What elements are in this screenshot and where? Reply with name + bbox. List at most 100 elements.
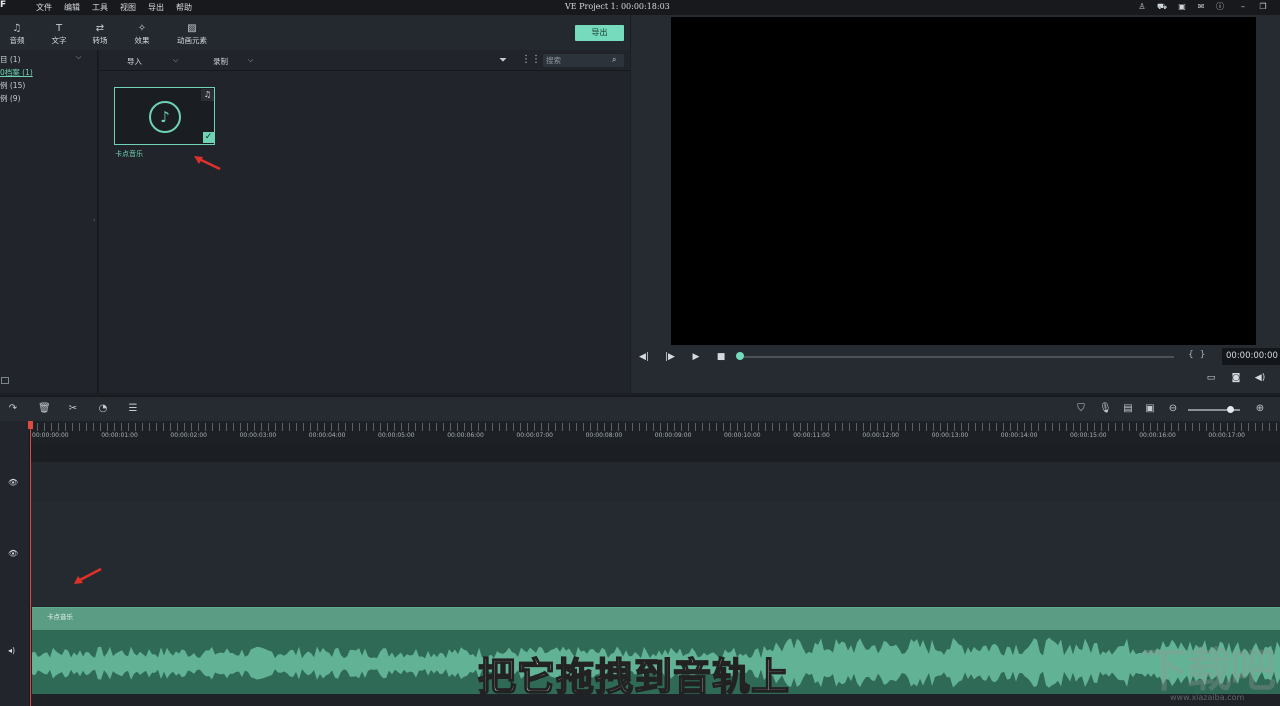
audio-type-icon: ♫ — [201, 89, 214, 101]
ruler-time-label: 00:00:03:00 — [239, 432, 277, 439]
ruler-time-label: 00:00:07:00 — [516, 432, 553, 439]
zoom-in-icon[interactable]: ⊕ — [1254, 403, 1266, 414]
search-input[interactable] — [546, 54, 610, 67]
video-subtitle: 把它拖拽到音轨上 — [477, 654, 791, 700]
adjust-icon[interactable]: ☰ — [127, 403, 139, 414]
media-panel-bar: 导入 ⌵ 录制 ⌵ ⏷ ⋮⋮ ⌕ — [99, 50, 630, 71]
filter-icon[interactable]: ⏷ — [499, 55, 507, 66]
eye-icon[interactable]: 👁 — [8, 478, 18, 487]
marker-icon[interactable]: ⛉ — [1075, 403, 1087, 414]
mail-icon[interactable]: ✉ — [1196, 2, 1206, 12]
record-label: 录制 — [213, 57, 228, 66]
display-settings-icon[interactable]: ▭ — [1205, 373, 1217, 383]
scrubber-handle[interactable] — [736, 352, 744, 360]
audio-clip-header: 卡点音乐 — [32, 608, 1280, 630]
export-button[interactable]: 导出 — [575, 25, 624, 41]
tool-text[interactable]: T 文字 — [39, 22, 79, 46]
split-screen-icon[interactable]: ▣ — [1144, 403, 1156, 414]
play-icon[interactable]: ▶ — [690, 352, 702, 362]
playhead-handle[interactable] — [28, 421, 33, 429]
image-icon: ▨ — [187, 23, 197, 34]
watermark-logo: 下载吧 — [1142, 643, 1276, 697]
menu-export[interactable]: 导出 — [148, 2, 164, 13]
info-icon[interactable]: ⓘ — [1215, 2, 1225, 12]
preview-scrubber[interactable] — [739, 356, 1174, 358]
ruler-time-label: 00:00:13:00 — [931, 432, 969, 439]
ruler-time-label: 00:00:12:00 — [862, 432, 899, 439]
sidebar-item-samples-2[interactable]: 例 (9) — [0, 93, 21, 104]
track-headers: 👁 👁 ◂) — [0, 421, 30, 706]
media-item-thumbnail[interactable]: ♪ ♫ ✓ — [114, 87, 215, 145]
video-track-1[interactable] — [30, 462, 1280, 502]
timeline-ruler[interactable]: 00:00:00:00 00:00:01:00 00:00:02:00 00:00:0… — [30, 421, 1280, 443]
minimize-icon[interactable]: – — [1238, 2, 1248, 12]
ruler-time-label: 00:00:14:00 — [1000, 432, 1038, 439]
menu-edit[interactable]: 编辑 — [64, 2, 80, 13]
redo-icon[interactable]: ↷ — [7, 403, 19, 414]
save-icon[interactable]: ▣ — [1177, 2, 1187, 12]
preview-panel: ◀| |▶ ▶ ■ {} 00:00:00:00 ▭ ◙ ◀) — [631, 15, 1280, 393]
tool-effects[interactable]: ✧ 效果 — [122, 22, 162, 46]
tool-elements[interactable]: ▨ 动画元素 — [172, 22, 212, 46]
grid-view-icon[interactable]: ⋮⋮ — [521, 54, 541, 65]
watermark-url: www.xiazaiba.com — [1170, 693, 1245, 702]
tool-effects-label: 效果 — [134, 36, 150, 45]
menu-file[interactable]: 文件 — [36, 2, 52, 13]
mark-in-out-icon[interactable]: {} — [1188, 350, 1211, 360]
stop-icon[interactable]: ■ — [715, 352, 727, 362]
tool-transition[interactable]: ⇄ 转场 — [80, 22, 120, 46]
eye-icon[interactable]: 👁 — [8, 549, 18, 558]
speaker-icon[interactable]: ◂) — [8, 646, 15, 655]
ruler-time-label: 00:00:17:00 — [1208, 432, 1245, 439]
effects-icon: ✧ — [137, 23, 147, 34]
user-icon[interactable]: ♙ — [1137, 2, 1147, 12]
ruler-ticks — [30, 423, 1280, 431]
media-library-sidebar: 目 (1) ⌵ 0档案 (1) 例 (15) 例 (9) ‹ — [0, 50, 98, 393]
preview-screen — [671, 17, 1256, 345]
tool-text-label: 文字 — [51, 36, 67, 45]
media-item-name[interactable]: 卡点音乐 — [115, 149, 143, 159]
audio-clip-name: 卡点音乐 — [47, 613, 73, 621]
step-play-icon[interactable]: |▶ — [664, 352, 676, 362]
snapshot-icon[interactable]: ◙ — [1230, 373, 1242, 383]
import-dropdown[interactable]: 导入 ⌵ — [127, 56, 178, 67]
zoom-slider-handle[interactable] — [1226, 406, 1234, 413]
record-dropdown[interactable]: 录制 ⌵ — [213, 56, 253, 67]
prev-frame-icon[interactable]: ◀| — [638, 352, 650, 362]
voiceover-icon[interactable]: ▤ — [1122, 403, 1134, 414]
menu-tools[interactable]: 工具 — [92, 2, 108, 13]
speed-icon[interactable]: ◔ — [97, 403, 109, 414]
collapse-handle-icon[interactable]: ‹ — [93, 217, 95, 224]
sidebar-item-folder[interactable]: 0档案 (1) — [0, 67, 33, 78]
menu-view[interactable]: 视图 — [120, 2, 136, 13]
menu-bar: F 文件 编辑 工具 视图 导出 帮助 VE Project 1: 00:00:… — [0, 0, 1280, 15]
sidebar-item-project[interactable]: 目 (1) — [0, 54, 21, 65]
ruler-time-label: 00:00:08:00 — [585, 432, 623, 439]
video-track-2[interactable] — [30, 502, 1280, 606]
cut-icon[interactable]: ✂ — [67, 403, 79, 414]
volume-icon[interactable]: ◀) — [1254, 373, 1266, 383]
media-panel: 导入 ⌵ 录制 ⌵ ⏷ ⋮⋮ ⌕ ♪ ♫ ✓ 卡点音乐 — [99, 50, 630, 393]
ruler-time-label: 00:00:16:00 — [1139, 432, 1176, 439]
ruler-time-label: 00:00:01:00 — [101, 432, 138, 439]
cart-icon[interactable]: ⛟ — [1157, 2, 1167, 12]
checkmark-icon: ✓ — [203, 132, 214, 143]
delete-icon[interactable]: 🗑 — [38, 403, 51, 414]
tool-elements-label: 动画元素 — [177, 36, 207, 45]
microphone-icon[interactable]: 🎙 — [1099, 403, 1112, 414]
new-folder-icon[interactable] — [1, 377, 9, 384]
red-arrow-annotation — [74, 567, 102, 584]
music-note-icon: ♫ — [12, 23, 22, 34]
ruler-time-label: 00:00:10:00 — [724, 432, 761, 439]
playhead[interactable] — [30, 421, 31, 706]
menu-help[interactable]: 帮助 — [176, 2, 192, 13]
chevron-down-icon[interactable]: ⌵ — [76, 53, 81, 62]
transition-icon: ⇄ — [95, 23, 105, 34]
search-icon[interactable]: ⌕ — [612, 55, 616, 65]
chevron-down-icon: ⌵ — [173, 56, 179, 64]
restore-icon[interactable]: ❐ — [1258, 2, 1268, 12]
ruler-time-label: 00:00:09:00 — [654, 432, 692, 439]
tool-audio[interactable]: ♫ 音频 — [0, 22, 37, 46]
zoom-out-icon[interactable]: ⊖ — [1167, 403, 1179, 414]
sidebar-item-samples[interactable]: 例 (15) — [0, 80, 25, 91]
